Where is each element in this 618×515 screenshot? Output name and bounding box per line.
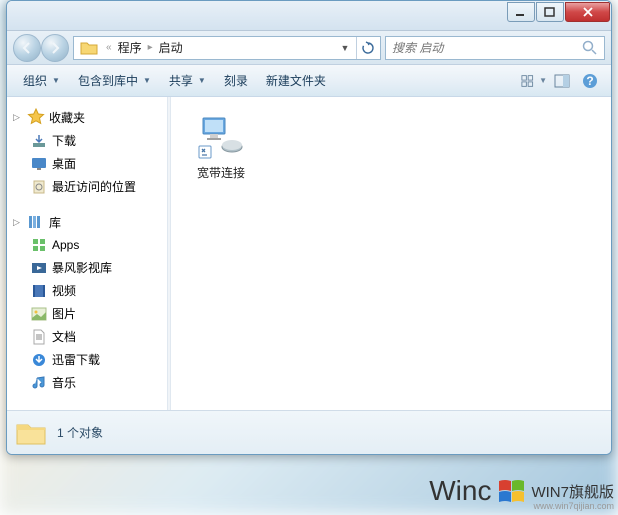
svg-text:?: ?	[586, 74, 593, 88]
refresh-button[interactable]	[356, 37, 378, 59]
apps-icon	[31, 237, 47, 253]
file-label: 宽带连接	[197, 164, 245, 181]
video-lib-icon	[31, 260, 47, 276]
sidebar-desktop[interactable]: 桌面	[7, 152, 167, 175]
include-button[interactable]: 包含到库中▼	[70, 68, 159, 93]
watermark-main: Winc	[429, 475, 491, 507]
sidebar-downloads[interactable]: 下载	[7, 129, 167, 152]
watermark-side: WIN7旗舰版	[531, 481, 614, 502]
picture-icon	[31, 306, 47, 322]
toolbar: 组织▼ 包含到库中▼ 共享▼ 刻录 新建文件夹 ▼ ?	[7, 65, 611, 97]
document-icon	[31, 329, 47, 345]
back-button[interactable]	[13, 34, 41, 62]
sidebar-favorites[interactable]: ▷ 收藏夹	[7, 105, 167, 129]
preview-pane-button[interactable]	[549, 70, 575, 92]
folder-icon	[80, 39, 98, 57]
share-button[interactable]: 共享▼	[161, 68, 214, 93]
sidebar-pictures[interactable]: 图片	[7, 302, 167, 325]
sidebar-music[interactable]: 音乐	[7, 371, 167, 394]
new-folder-button[interactable]: 新建文件夹	[258, 68, 334, 93]
burn-button[interactable]: 刻录	[216, 68, 256, 93]
address-dropdown[interactable]: ▼	[334, 37, 356, 59]
help-button[interactable]: ?	[577, 70, 603, 92]
view-options-button[interactable]: ▼	[521, 70, 547, 92]
windows-logo-icon	[497, 477, 525, 505]
explorer-window: « 程序 ▸ 启动 ▼ 组织▼ 包含到库中▼ 共享▼ 刻录 新建文件夹 ▼ ? …	[6, 0, 612, 455]
watermark-url: www.win7qijian.com	[533, 501, 614, 511]
folder-icon	[15, 417, 47, 449]
xunlei-icon	[31, 352, 47, 368]
library-icon	[27, 213, 45, 231]
content-pane[interactable]: 宽带连接	[171, 97, 611, 410]
status-bar: 1 个对象	[7, 410, 611, 454]
collapse-icon: ▷	[13, 217, 23, 228]
forward-button[interactable]	[41, 34, 69, 62]
maximize-button[interactable]	[536, 2, 564, 22]
star-icon	[27, 108, 45, 126]
favorites-label: 收藏夹	[49, 109, 85, 126]
sidebar-baofeng[interactable]: 暴风影视库	[7, 256, 167, 279]
sidebar-recent[interactable]: 最近访问的位置	[7, 175, 167, 198]
collapse-icon: ▷	[13, 112, 23, 123]
recent-icon	[31, 179, 47, 195]
breadcrumb-prefix: «	[102, 42, 116, 53]
connection-icon	[197, 112, 245, 160]
body: ▷ 收藏夹 下载 桌面 最近访问的位置 ▷ 库 Apps 暴风影视库 视频 图片…	[7, 97, 611, 410]
music-icon	[31, 375, 47, 391]
file-broadband-connection[interactable]: 宽带连接	[181, 107, 261, 186]
libraries-label: 库	[49, 214, 61, 231]
search-input[interactable]	[392, 41, 582, 55]
sidebar: ▷ 收藏夹 下载 桌面 最近访问的位置 ▷ 库 Apps 暴风影视库 视频 图片…	[7, 97, 167, 410]
sidebar-documents[interactable]: 文档	[7, 325, 167, 348]
film-icon	[31, 283, 47, 299]
breadcrumb-startup[interactable]: 启动	[157, 39, 185, 56]
sidebar-apps[interactable]: Apps	[7, 234, 167, 256]
titlebar	[7, 1, 611, 31]
sidebar-xunlei[interactable]: 迅雷下载	[7, 348, 167, 371]
search-icon	[582, 40, 598, 56]
download-icon	[31, 133, 47, 149]
address-bar[interactable]: « 程序 ▸ 启动 ▼	[73, 36, 381, 60]
minimize-button[interactable]	[507, 2, 535, 22]
sidebar-libraries[interactable]: ▷ 库	[7, 210, 167, 234]
sidebar-video[interactable]: 视频	[7, 279, 167, 302]
search-box[interactable]	[385, 36, 605, 60]
organize-button[interactable]: 组织▼	[15, 68, 68, 93]
desktop-icon	[31, 156, 47, 172]
watermark: Winc WIN7旗舰版 www.win7qijian.com	[429, 475, 614, 507]
close-button[interactable]	[565, 2, 610, 22]
chevron-right-icon: ▸	[144, 42, 157, 53]
breadcrumb-programs[interactable]: 程序	[116, 39, 144, 56]
nav-row: « 程序 ▸ 启动 ▼	[7, 31, 611, 65]
status-text: 1 个对象	[57, 424, 103, 441]
